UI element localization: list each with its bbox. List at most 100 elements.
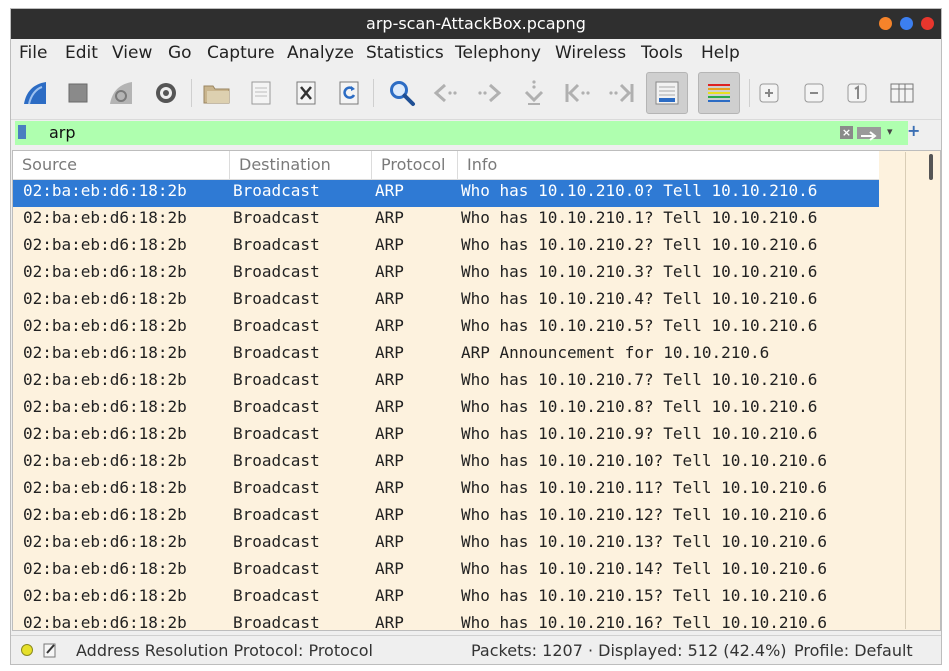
start-capture-icon[interactable] [18, 74, 52, 112]
last-packet-icon[interactable] [605, 74, 639, 112]
zoom-in-icon[interactable] [752, 74, 786, 112]
cell-destination: Broadcast [233, 316, 320, 335]
restart-capture-icon[interactable] [104, 74, 138, 112]
first-packet-icon[interactable] [560, 74, 594, 112]
window-title: arp-scan-AttackBox.pcapng [366, 14, 586, 33]
cell-destination: Broadcast [233, 559, 320, 578]
cell-source: 02:ba:eb:d6:18:2b [23, 424, 187, 443]
close-file-icon[interactable] [289, 74, 323, 112]
open-file-icon[interactable] [200, 74, 234, 112]
normal-size-icon[interactable] [840, 74, 874, 112]
resize-columns-icon[interactable] [885, 74, 919, 112]
expert-info-icon[interactable] [21, 644, 33, 656]
menu-go[interactable]: Go [168, 43, 192, 63]
cell-protocol: ARP [375, 181, 404, 200]
clear-filter-icon[interactable]: × [840, 126, 853, 139]
cell-destination: Broadcast [233, 505, 320, 524]
packet-row[interactable]: 02:ba:eb:d6:18:2b Broadcast ARP ARP Announc… [13, 342, 879, 369]
menu-edit[interactable]: Edit [65, 43, 98, 63]
colorize-icon[interactable] [698, 72, 740, 114]
cell-destination: Broadcast [233, 478, 320, 497]
cell-protocol: ARP [375, 559, 404, 578]
packet-row[interactable]: 02:ba:eb:d6:18:2b Broadcast ARP Who has 10.… [13, 558, 879, 585]
close-button[interactable] [921, 17, 934, 30]
save-file-icon[interactable] [244, 74, 278, 112]
packet-row[interactable]: 02:ba:eb:d6:18:2b Broadcast ARP Who has 10.… [13, 315, 879, 342]
cell-destination: Broadcast [233, 451, 320, 470]
cell-source: 02:ba:eb:d6:18:2b [23, 532, 187, 551]
packet-row[interactable]: 02:ba:eb:d6:18:2b Broadcast ARP Who has 10.… [13, 207, 879, 234]
packet-row[interactable]: 02:ba:eb:d6:18:2b Broadcast ARP Who has 10.… [13, 180, 879, 207]
capture-options-icon[interactable] [149, 74, 183, 112]
cell-info: Who has 10.10.210.10? Tell 10.10.210.6 [461, 451, 828, 470]
cell-source: 02:ba:eb:d6:18:2b [23, 613, 187, 631]
menu-tools[interactable]: Tools [641, 43, 683, 63]
packet-row[interactable]: 02:ba:eb:d6:18:2b Broadcast ARP Who has 10.… [13, 504, 879, 531]
apply-filter-icon[interactable] [857, 127, 881, 141]
menu-wireless[interactable]: Wireless [555, 43, 626, 63]
packet-row[interactable]: 02:ba:eb:d6:18:2b Broadcast ARP Who has 10.… [13, 423, 879, 450]
packet-row[interactable]: 02:ba:eb:d6:18:2b Broadcast ARP Who has 10.… [13, 531, 879, 558]
display-filter-text[interactable]: arp [49, 123, 76, 142]
cell-source: 02:ba:eb:d6:18:2b [23, 478, 187, 497]
menu-telephony[interactable]: Telephony [455, 43, 541, 63]
menu-view[interactable]: View [112, 43, 152, 63]
cell-source: 02:ba:eb:d6:18:2b [23, 505, 187, 524]
packet-row[interactable]: 02:ba:eb:d6:18:2b Broadcast ARP Who has 10.… [13, 234, 879, 261]
cell-protocol: ARP [375, 370, 404, 389]
cell-protocol: ARP [375, 397, 404, 416]
vertical-scrollbar-thumb[interactable] [929, 154, 933, 180]
filter-history-dropdown-icon[interactable]: ▾ [887, 125, 893, 138]
cell-source: 02:ba:eb:d6:18:2b [23, 208, 187, 227]
cell-protocol: ARP [375, 235, 404, 254]
packet-row[interactable]: 02:ba:eb:d6:18:2b Broadcast ARP Who has 10.… [13, 450, 879, 477]
cell-protocol: ARP [375, 613, 404, 631]
minimize-button[interactable] [879, 17, 892, 30]
filter-bookmark-icon[interactable] [18, 125, 26, 139]
stop-capture-icon[interactable] [61, 74, 95, 112]
reload-file-icon[interactable] [332, 74, 366, 112]
cell-destination: Broadcast [233, 289, 320, 308]
auto-scroll-icon[interactable] [646, 72, 688, 114]
cell-info: Who has 10.10.210.16? Tell 10.10.210.6 [461, 613, 828, 631]
zoom-out-icon[interactable] [797, 74, 831, 112]
go-to-packet-icon[interactable] [517, 74, 551, 112]
cell-info: Who has 10.10.210.13? Tell 10.10.210.6 [461, 532, 828, 551]
cell-protocol: ARP [375, 505, 404, 524]
cell-source: 02:ba:eb:d6:18:2b [23, 235, 187, 254]
go-back-icon[interactable] [429, 74, 463, 112]
display-filter-input[interactable]: arp × [15, 121, 908, 145]
cell-source: 02:ba:eb:d6:18:2b [23, 343, 187, 362]
status-profile[interactable]: Profile: Default [794, 641, 913, 660]
maximize-button[interactable] [900, 17, 913, 30]
menu-file[interactable]: File [19, 43, 47, 63]
cell-protocol: ARP [375, 289, 404, 308]
menu-capture[interactable]: Capture [207, 43, 275, 63]
cell-info: Who has 10.10.210.2? Tell 10.10.210.6 [461, 235, 818, 254]
vertical-scrollbar[interactable] [905, 152, 933, 629]
cell-destination: Broadcast [233, 613, 320, 631]
packet-row[interactable]: 02:ba:eb:d6:18:2b Broadcast ARP Who has 10.… [13, 585, 879, 612]
find-packet-icon[interactable] [385, 74, 419, 112]
add-filter-button-icon[interactable]: + [907, 121, 920, 140]
cell-source: 02:ba:eb:d6:18:2b [23, 559, 187, 578]
cell-info: Who has 10.10.210.5? Tell 10.10.210.6 [461, 316, 818, 335]
menu-statistics[interactable]: Statistics [366, 43, 444, 63]
packet-row[interactable]: 02:ba:eb:d6:18:2b Broadcast ARP Who has 10.… [13, 288, 879, 315]
toolbar-separator [373, 79, 374, 107]
packet-row[interactable]: 02:ba:eb:d6:18:2b Broadcast ARP Who has 10.… [13, 477, 879, 504]
packet-row[interactable]: 02:ba:eb:d6:18:2b Broadcast ARP Who has 10.… [13, 261, 879, 288]
column-header-destination[interactable]: Destination [230, 151, 372, 179]
status-bar: Address Resolution Protocol: Protocol Pa… [11, 635, 941, 664]
packet-row[interactable]: 02:ba:eb:d6:18:2b Broadcast ARP Who has 10.… [13, 396, 879, 423]
packet-row[interactable]: 02:ba:eb:d6:18:2b Broadcast ARP Who has 10.… [13, 369, 879, 396]
column-header-info[interactable]: Info [458, 151, 879, 179]
menu-analyze[interactable]: Analyze [287, 43, 354, 63]
packet-row[interactable]: 02:ba:eb:d6:18:2b Broadcast ARP Who has 10.… [13, 612, 879, 631]
cell-info: Who has 10.10.210.15? Tell 10.10.210.6 [461, 586, 828, 605]
edit-comment-icon[interactable] [43, 642, 57, 662]
menu-help[interactable]: Help [701, 43, 740, 63]
go-forward-icon[interactable] [472, 74, 506, 112]
column-header-source[interactable]: Source [13, 151, 230, 179]
column-header-protocol[interactable]: Protocol [372, 151, 458, 179]
